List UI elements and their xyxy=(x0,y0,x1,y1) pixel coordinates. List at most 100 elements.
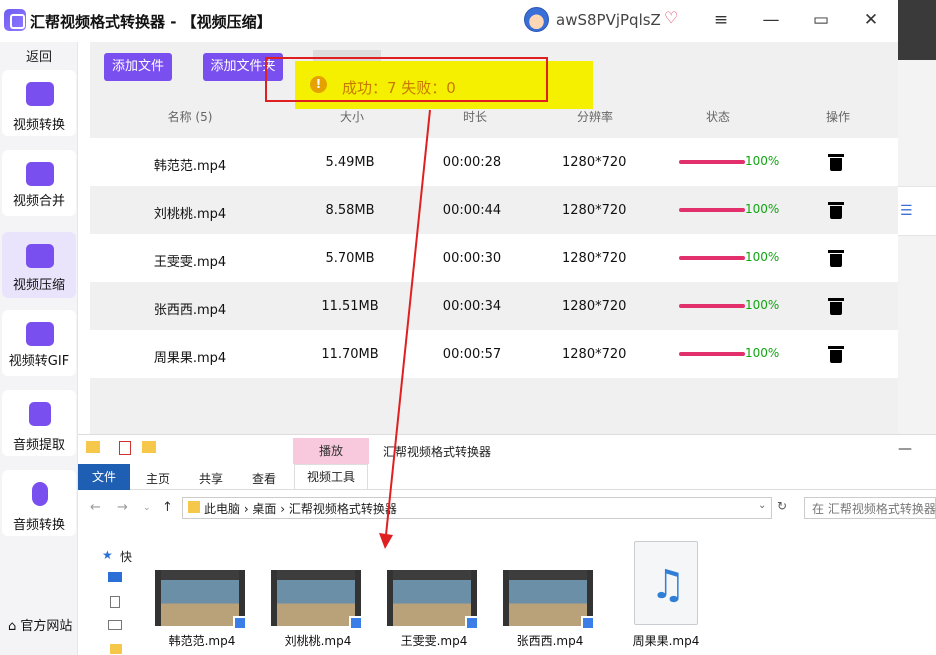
pictures-icon[interactable] xyxy=(108,620,122,630)
sidebar-item-video-convert[interactable]: 视频转换 xyxy=(2,70,76,136)
ribbon-play-tab[interactable]: 播放 xyxy=(293,438,369,464)
duration-cell: 00:00:30 xyxy=(442,251,502,266)
document-icon[interactable] xyxy=(110,596,120,608)
video-file-badge-icon xyxy=(349,616,363,630)
duration-cell: 00:00:34 xyxy=(442,299,502,314)
table-row[interactable]: 张西西.mp4 11.51MB 00:00:34 1280*720 100% xyxy=(90,282,898,330)
video-convert-icon xyxy=(26,82,54,106)
search-placeholder: 在 汇帮视频格式转换器 xyxy=(812,502,936,516)
progress-bar xyxy=(679,352,745,356)
progress-bar xyxy=(679,256,745,260)
file-name-cell: 王雯雯.mp4 xyxy=(153,255,227,270)
quick-access-label[interactable]: 快 xyxy=(120,548,132,565)
delete-icon[interactable] xyxy=(828,296,844,316)
table-row[interactable]: 韩范范.mp4 5.49MB 00:00:28 1280*720 100% xyxy=(90,138,898,186)
properties-icon[interactable] xyxy=(119,441,131,455)
desktop-icon[interactable] xyxy=(108,572,122,582)
tab-file[interactable]: 文件 xyxy=(78,464,130,490)
navigation-pane: ★ 快 xyxy=(78,528,134,655)
file-size-cell: 5.49MB xyxy=(325,155,375,170)
vip-diamond-icon[interactable]: ♡ xyxy=(664,9,682,27)
column-header-name: 名称 (5) xyxy=(167,110,213,124)
delete-icon[interactable] xyxy=(828,344,844,364)
video-file-badge-icon xyxy=(233,616,247,630)
menu-icon[interactable]: ≡ xyxy=(709,8,733,32)
file-name-label[interactable]: 刘桃桃.mp4 xyxy=(268,632,368,649)
tab-home[interactable]: 主页 xyxy=(146,470,170,487)
file-name-label[interactable]: 韩范范.mp4 xyxy=(152,632,252,649)
resolution-cell: 1280*720 xyxy=(562,155,627,170)
address-path[interactable]: 此电脑 › 桌面 › 汇帮视频格式转换器 xyxy=(204,500,397,517)
add-file-button[interactable]: 添加文件 xyxy=(104,53,172,81)
progress-percent: 100% xyxy=(745,298,780,312)
close-icon[interactable]: ✕ xyxy=(859,8,883,32)
sidebar-item-video-to-gif[interactable]: 视频转GIF xyxy=(2,310,76,376)
back-arrow-icon[interactable]: ← xyxy=(90,500,101,515)
table-row[interactable]: 王雯雯.mp4 5.70MB 00:00:30 1280*720 100% xyxy=(90,234,898,282)
delete-icon[interactable] xyxy=(828,152,844,172)
duration-cell: 00:00:57 xyxy=(442,347,502,362)
sidebar-item-audio-convert[interactable]: 音频转换 xyxy=(2,470,76,536)
music-note-icon: ♫ xyxy=(650,562,686,608)
forward-arrow-icon[interactable]: → xyxy=(117,500,128,515)
table-row[interactable]: 刘桃桃.mp4 8.58MB 00:00:44 1280*720 100% xyxy=(90,186,898,234)
column-header-size: 大小 xyxy=(339,110,364,124)
sidebar-item-video-merge[interactable]: 视频合并 xyxy=(2,150,76,216)
microphone-icon xyxy=(32,482,48,506)
up-arrow-icon[interactable]: ↑ xyxy=(162,500,173,515)
refresh-icon[interactable]: ↻ xyxy=(777,499,787,513)
sidebar-item-audio-extract[interactable]: 音频提取 xyxy=(2,390,76,456)
gif-icon xyxy=(26,322,54,346)
file-name-label[interactable]: 周果果.mp4 xyxy=(616,632,716,649)
progress-bar xyxy=(679,160,745,164)
background-window-edge xyxy=(898,60,936,450)
file-size-cell: 11.70MB xyxy=(321,347,379,362)
tab-view[interactable]: 查看 xyxy=(252,470,276,487)
back-button[interactable]: 返回 xyxy=(0,46,78,65)
app-logo-icon xyxy=(4,9,26,31)
app-title: 汇帮视频格式转换器 - 【视频压缩】 xyxy=(30,13,272,31)
minimize-icon[interactable]: — xyxy=(898,441,912,457)
home-icon: ⌂ xyxy=(8,619,17,634)
user-avatar[interactable] xyxy=(524,7,549,32)
column-header-status: 状态 xyxy=(705,110,730,124)
explorer-title: 汇帮视频格式转换器 xyxy=(383,445,492,459)
username-label[interactable]: awS8PVjPqlsZ xyxy=(556,11,661,29)
delete-icon[interactable] xyxy=(828,200,844,220)
file-size-cell: 5.70MB xyxy=(325,251,375,266)
video-thumbnail[interactable] xyxy=(387,570,479,630)
table-row[interactable]: 周果果.mp4 11.70MB 00:00:57 1280*720 100% xyxy=(90,330,898,378)
video-thumbnail[interactable] xyxy=(155,570,247,630)
delete-icon[interactable] xyxy=(828,248,844,268)
column-header-resolution: 分辨率 xyxy=(576,110,613,124)
file-size-cell: 8.58MB xyxy=(325,203,375,218)
new-folder-icon[interactable] xyxy=(142,441,156,453)
file-name-label[interactable]: 王雯雯.mp4 xyxy=(384,632,484,649)
resolution-cell: 1280*720 xyxy=(562,347,627,362)
tab-share[interactable]: 共享 xyxy=(199,470,223,487)
folder-icon xyxy=(188,501,200,513)
file-name-cell: 张西西.mp4 xyxy=(153,303,227,318)
folder-icon xyxy=(86,441,100,453)
minimize-icon[interactable]: — xyxy=(759,8,783,32)
resolution-cell: 1280*720 xyxy=(562,251,627,266)
quick-access-star-icon[interactable]: ★ xyxy=(102,548,113,562)
chevron-down-icon[interactable]: ⌄ xyxy=(758,500,766,511)
tab-video-tools[interactable]: 视频工具 xyxy=(294,464,368,490)
progress-percent: 100% xyxy=(745,154,780,168)
progress-percent: 100% xyxy=(745,346,780,360)
folder-icon[interactable] xyxy=(110,644,122,654)
maximize-icon[interactable]: ▭ xyxy=(809,8,833,32)
sidebar-item-video-compress[interactable]: 视频压缩 xyxy=(2,232,76,298)
video-file-badge-icon xyxy=(465,616,479,630)
file-name-label[interactable]: 张西西.mp4 xyxy=(500,632,600,649)
column-header-duration: 时长 xyxy=(462,110,487,124)
recent-dropdown-icon[interactable]: ⌄ xyxy=(143,503,151,513)
video-thumbnail[interactable] xyxy=(271,570,363,630)
music-icon xyxy=(29,402,51,426)
resolution-cell: 1280*720 xyxy=(562,299,627,314)
progress-percent: 100% xyxy=(745,250,780,264)
video-thumbnail[interactable] xyxy=(503,570,595,630)
list-icon: ☰ xyxy=(900,203,913,219)
official-website-link[interactable]: ⌂ 官方网站 xyxy=(8,615,72,634)
